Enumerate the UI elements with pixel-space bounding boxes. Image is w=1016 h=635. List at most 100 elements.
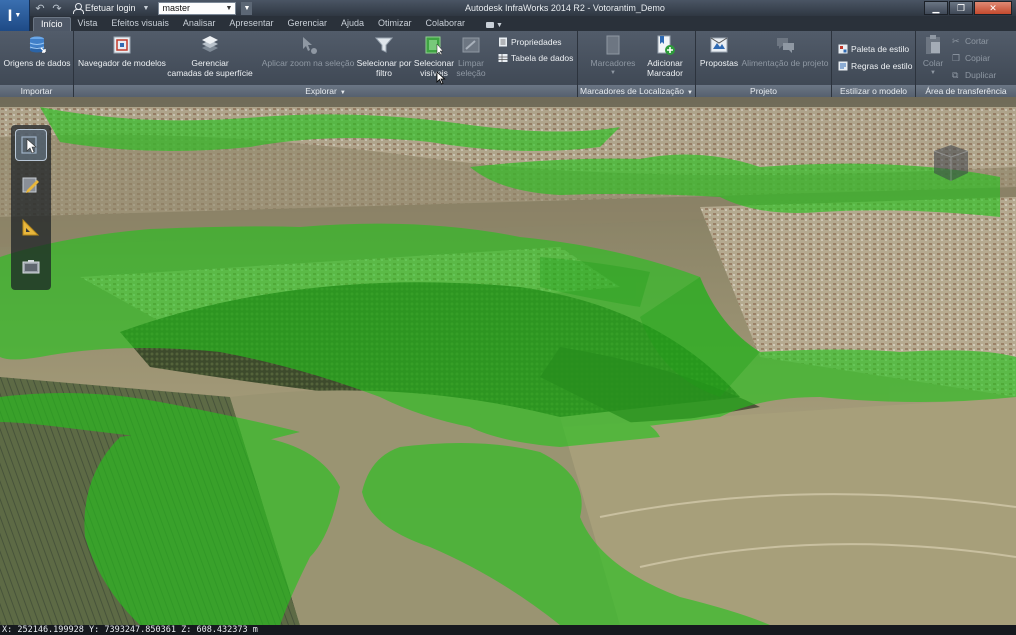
duplicate-label: Duplicar — [965, 70, 997, 80]
zoom-selection-icon — [303, 37, 317, 54]
properties-button[interactable]: Propriedades — [498, 36, 562, 48]
redo-icon[interactable]: ↷ — [50, 2, 64, 15]
select-visible-icon — [425, 36, 444, 56]
proposals-label: Propostas — [699, 58, 739, 68]
select-tool-button[interactable] — [15, 129, 47, 161]
model-explorer-button[interactable]: Navegador de modelos — [76, 34, 168, 68]
customize-toolbar-button[interactable]: ▼ — [241, 1, 253, 15]
panel-label-importar: Importar — [0, 85, 73, 97]
tab-vista[interactable]: Vista — [71, 17, 105, 31]
manage-surface-label-2: camadas de superfície — [167, 68, 253, 78]
paste-button[interactable]: Colar ▼ — [918, 34, 948, 78]
panel-label-clipboard: Área de transferência — [916, 85, 1016, 97]
panel-area-de-transferencia: Colar ▼ ✂ Cortar ❐ Copiar ⧉ Duplicar Áre… — [916, 31, 1016, 97]
tab-efeitos-visuais[interactable]: Efeitos visuais — [104, 17, 176, 31]
sketch-tool-button[interactable] — [15, 169, 47, 201]
select-visible-button[interactable]: Selecionar visíveis — [410, 34, 458, 78]
cut-button[interactable]: ✂ Cortar — [952, 35, 989, 47]
bookmarks-button[interactable]: Marcadores ▼ — [586, 34, 640, 78]
surface-layers-icon — [202, 36, 218, 52]
panel-label-estilizar: Estilizar o modelo — [832, 85, 915, 97]
bookmark-icon — [606, 35, 620, 55]
chevron-down-icon: ▼ — [14, 12, 22, 19]
properties-label: Propriedades — [511, 37, 562, 47]
filter-icon — [374, 37, 394, 53]
proposal-value: master — [162, 3, 190, 13]
panel-importar: Origens de dados Importar — [0, 31, 74, 97]
mouse-cursor-icon — [436, 71, 446, 85]
data-sources-label: Origens de dados — [3, 58, 71, 68]
clear-selection-label-2: seleção — [456, 68, 486, 78]
panel-label-marcadores[interactable]: Marcadores de Localização ▼ — [578, 85, 695, 97]
camera-icon — [486, 22, 495, 28]
scissors-icon: ✂ — [952, 36, 960, 46]
marcadores-label: Marcadores de Localização — [580, 86, 684, 96]
panel-marcadores: Marcadores ▼ Adicionar Marcador Marcador… — [578, 31, 696, 97]
window-title: Autodesk InfraWorks 2014 R2 - Votorantim… — [465, 3, 665, 13]
style-palette-label: Paleta de estilo — [851, 44, 910, 54]
screen-icon — [22, 260, 40, 274]
view-tool-button[interactable] — [15, 251, 47, 283]
add-bookmark-button[interactable]: Adicionar Marcador — [640, 34, 690, 78]
navigation-toolbar — [11, 125, 51, 290]
ribbon-display-toggle[interactable]: ▼ — [486, 19, 506, 31]
terrain-scene — [0, 97, 1016, 625]
tab-colaborar[interactable]: Colaborar — [419, 17, 473, 31]
data-table-label: Tabela de dados — [511, 53, 574, 63]
chevron-down-icon: ▼ — [339, 90, 346, 96]
proposal-dropdown[interactable]: master ▼ — [158, 1, 237, 15]
maximize-button[interactable]: ❐ — [949, 1, 973, 15]
select-filter-label-2: filtro — [375, 68, 393, 78]
tab-analisar[interactable]: Analisar — [176, 17, 223, 31]
tab-ajuda[interactable]: Ajuda — [334, 17, 371, 31]
tab-gerenciar[interactable]: Gerenciar — [280, 17, 334, 31]
chevron-down-icon: ▼ — [225, 4, 233, 12]
panel-label-explorar[interactable]: Explorar ▼ — [74, 85, 577, 97]
select-by-filter-button[interactable]: Selecionar por filtro — [356, 34, 412, 78]
undo-icon[interactable]: ↶ — [33, 2, 47, 15]
project-feed-button[interactable]: Alimentação de projeto — [740, 34, 830, 68]
tab-otimizar[interactable]: Otimizar — [371, 17, 419, 31]
duplicate-button[interactable]: ⧉ Duplicar — [952, 69, 996, 81]
proposals-button[interactable]: Propostas — [698, 34, 740, 68]
minimize-button[interactable]: ▁ — [924, 1, 948, 15]
chevron-down-icon: ▼ — [610, 70, 616, 76]
zoom-to-selection-button[interactable]: Aplicar zoom na seleção — [260, 34, 356, 68]
clear-selection-label-1: Limpar — [458, 58, 484, 68]
copy-label: Copiar — [965, 53, 991, 63]
ribbon-tabs: Início Vista Efeitos visuais Analisar Ap… — [30, 16, 1016, 31]
measure-triangle-icon — [22, 218, 40, 236]
sign-in-label: Efetuar login — [85, 3, 136, 13]
data-table-button[interactable]: Tabela de dados — [498, 52, 573, 64]
style-rules-icon — [838, 61, 848, 71]
explorar-label: Explorar — [305, 86, 337, 96]
copy-button[interactable]: ❐ Copiar — [952, 52, 990, 64]
measure-tool-button[interactable] — [15, 211, 47, 243]
duplicate-icon: ⧉ — [952, 70, 959, 80]
user-icon — [73, 3, 84, 14]
clear-selection-button[interactable]: Limpar seleção — [454, 34, 488, 78]
tab-inicio[interactable]: Início — [33, 17, 71, 31]
close-button[interactable]: ✕ — [974, 1, 1012, 15]
select-visible-label-1: Selecionar — [413, 58, 455, 68]
data-sources-button[interactable]: Origens de dados — [3, 34, 71, 68]
cut-label: Cortar — [965, 36, 989, 46]
model-viewport[interactable] — [0, 97, 1016, 625]
tab-apresentar[interactable]: Apresentar — [222, 17, 280, 31]
project-feed-icon — [777, 38, 794, 53]
viewcube-icon[interactable] — [928, 143, 974, 183]
app-logo-icon: I — [7, 5, 13, 25]
style-rules-label: Regras de estilo — [851, 61, 913, 71]
sign-in-button[interactable]: Efetuar login ▼ — [73, 2, 149, 15]
application-menu-button[interactable]: I ▼ — [0, 0, 30, 31]
chevron-down-icon: ▼ — [142, 4, 150, 12]
panel-estilizar: Paleta de estilo Regras de estilo Estili… — [832, 31, 916, 97]
quick-access-toolbar: ↶ ↷ Efetuar login ▼ master ▼ ▼ — [33, 1, 253, 15]
manage-surface-layers-button[interactable]: Gerenciar camadas de superfície — [166, 34, 254, 78]
model-explorer-label: Navegador de modelos — [78, 58, 166, 68]
panel-projeto: Propostas Alimentação de projeto Projeto — [696, 31, 832, 97]
style-rules-button[interactable]: Regras de estilo — [838, 60, 912, 72]
style-palette-button[interactable]: Paleta de estilo — [838, 43, 909, 55]
coordinate-readout: X: 252146.199928 Y: 7393247.850361 Z: 60… — [0, 625, 1016, 635]
panel-label-projeto: Projeto — [696, 85, 831, 97]
